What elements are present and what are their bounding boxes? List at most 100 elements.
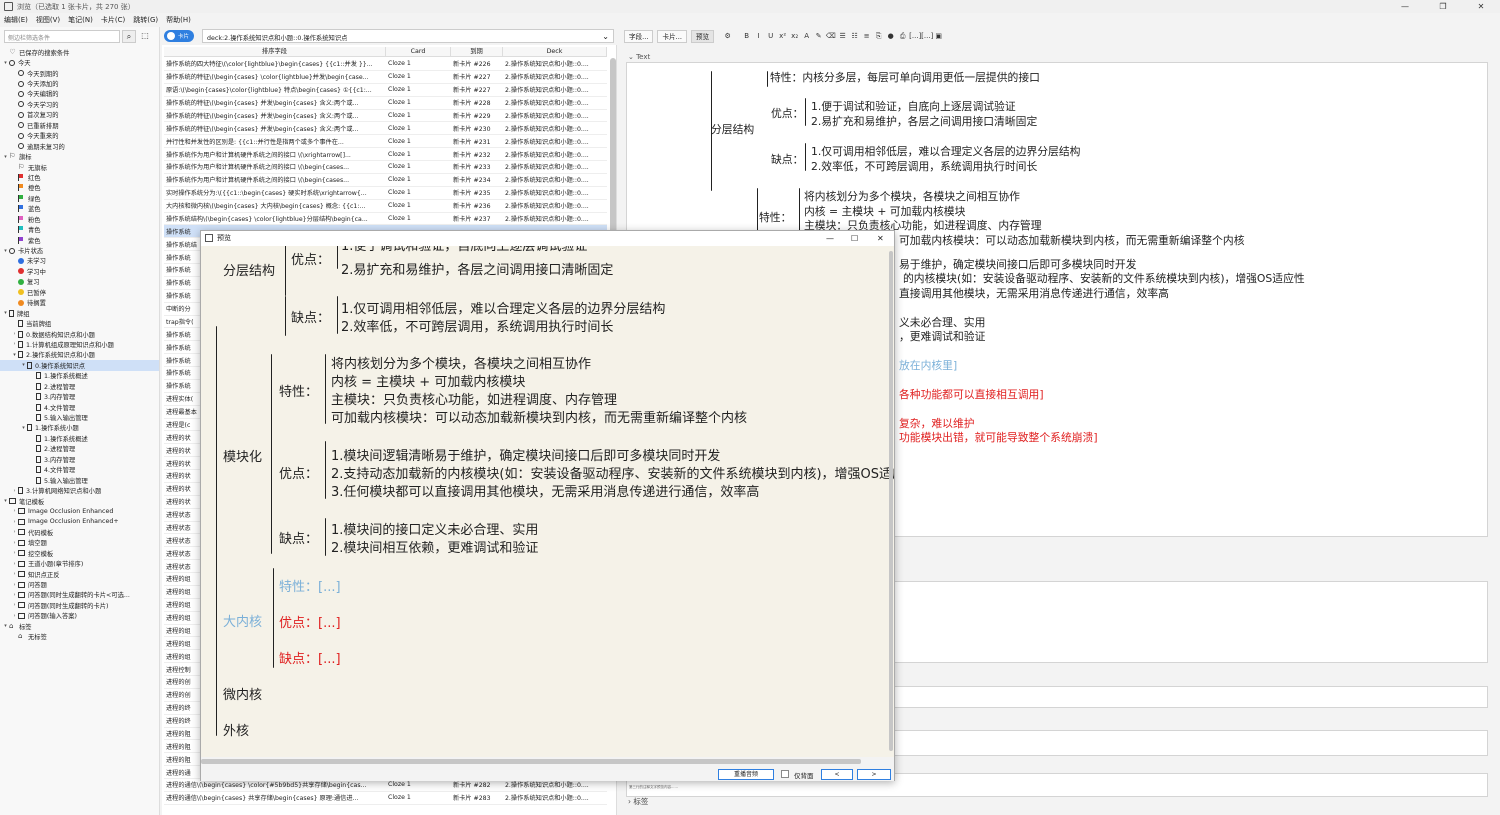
sidebar-item[interactable]: › 填空题	[0, 538, 159, 548]
expand-arrow-icon[interactable]: ›	[11, 341, 18, 347]
sidebar-item[interactable]: 红色	[0, 172, 159, 182]
expand-arrow-icon[interactable]: ›	[11, 571, 18, 577]
expand-arrow-icon[interactable]: ▾	[2, 60, 9, 66]
sidebar-item[interactable]: 3.内存管理	[0, 391, 159, 401]
sidebar-item[interactable]: › Image Occlusion Enhanced	[0, 506, 159, 516]
replay-audio-button[interactable]: 重播音频	[718, 769, 774, 780]
sidebar-item[interactable]: › 问答题	[0, 579, 159, 589]
sidebar-item[interactable]: › 0.数据结构知识点和小题	[0, 329, 159, 339]
sidebar-item[interactable]: › 问答题(同时生成翻转的卡片)	[0, 600, 159, 610]
expand-arrow-icon[interactable]: ›	[11, 529, 18, 535]
sidebar-item[interactable]: ⚐ 无旗标	[0, 162, 159, 172]
expand-arrow-icon[interactable]: ›	[11, 561, 18, 567]
menu-item[interactable]: 帮助(H)	[162, 15, 195, 25]
sidebar-item[interactable]: 青色	[0, 224, 159, 234]
sidebar-item[interactable]: › 挖空模板	[0, 548, 159, 558]
format-icon[interactable]: [...]	[909, 32, 921, 40]
menu-item[interactable]: 视图(V)	[32, 15, 64, 25]
sidebar-item[interactable]: 5.输入输出管理	[0, 475, 159, 485]
menu-item[interactable]: 卡片(C)	[97, 15, 129, 25]
format-icon[interactable]: B	[741, 32, 752, 40]
tags-row[interactable]: › 标签	[628, 796, 648, 807]
sidebar-item[interactable]: › 3.计算机网络知识点和小题	[0, 485, 159, 495]
prev-card-button[interactable]: <	[821, 769, 853, 780]
expand-arrow-icon[interactable]: ▾	[2, 310, 9, 316]
sidebar-item[interactable]: 首次复习的	[0, 110, 159, 120]
format-icon[interactable]: ⎘	[873, 32, 884, 41]
table-row[interactable]: 操作系统作为用户和计算机硬件系统之间的接口 \(\begin{cases... C…	[164, 161, 607, 174]
gear-icon[interactable]: ⚙	[722, 32, 733, 40]
menu-item[interactable]: 跳转(G)	[129, 15, 162, 25]
preview-hscrollbar[interactable]	[201, 759, 861, 764]
format-icon[interactable]: ☷	[849, 32, 860, 40]
expand-arrow-icon[interactable]: ›	[11, 540, 18, 546]
column-header[interactable]: 排序字段	[164, 47, 386, 56]
expand-arrow-icon[interactable]: ›	[11, 488, 18, 494]
table-row[interactable]: 操作系统的特征\(\begin{cases} 并发\begin{cases} 含…	[164, 110, 607, 123]
sidebar-item[interactable]: › 知识点正反	[0, 569, 159, 579]
sidebar-item[interactable]: 今天到期的	[0, 68, 159, 78]
format-icon[interactable]: ☰	[837, 32, 848, 40]
search-icon[interactable]: ⌕	[122, 30, 136, 43]
sidebar-item[interactable]: 已重新排期	[0, 120, 159, 130]
format-icon[interactable]: ⌫	[825, 32, 836, 40]
format-icon[interactable]: ●	[885, 32, 896, 40]
sidebar-item[interactable]: 未学习	[0, 256, 159, 266]
format-icon[interactable]: x₂	[789, 32, 800, 40]
format-icon[interactable]: x²	[777, 32, 788, 40]
sidebar-item[interactable]: 今天编辑的	[0, 89, 159, 99]
chevron-down-icon[interactable]: ⌄	[602, 32, 609, 41]
sidebar-item[interactable]: › Image Occlusion Enhanced+	[0, 517, 159, 527]
menu-item[interactable]: 笔记(N)	[64, 15, 97, 25]
table-row[interactable]: 操作系统作为用户和计算机硬件系统之间的接口 \(\begin{cases... C…	[164, 174, 607, 187]
sidebar-item[interactable]: 2.进程管理	[0, 444, 159, 454]
expand-arrow-icon[interactable]: ›	[11, 582, 18, 588]
expand-arrow-icon[interactable]: ▾	[2, 498, 9, 504]
table-row[interactable]: 原语:\(\begin{cases}\color{lightblue} 特点\b…	[164, 84, 607, 97]
table-row[interactable]: 操作系统作为用户和计算机硬件系统之间的接口 \(\xrightarrow[]..…	[164, 148, 607, 161]
maximize-icon[interactable]: ☐	[851, 231, 858, 246]
sidebar-item[interactable]: 紫色	[0, 235, 159, 245]
sidebar-item[interactable]: › 问答题(输入答案)	[0, 611, 159, 621]
sidebar-item[interactable]: › 王道小题(章节排序)	[0, 558, 159, 568]
close-icon[interactable]: ✕	[1462, 0, 1500, 13]
maximize-icon[interactable]: ❐	[1424, 0, 1462, 13]
sidebar-item[interactable]: › 问答题(同时生成翻转的卡片<可选...	[0, 590, 159, 600]
column-header[interactable]: Card	[386, 47, 451, 56]
column-header[interactable]: 到期	[451, 47, 503, 56]
sidebar-item[interactable]: ⌂ 无标签	[0, 632, 159, 642]
sidebar-item[interactable]: 今天添加的	[0, 78, 159, 88]
sidebar-item[interactable]: 已暂停	[0, 287, 159, 297]
expand-arrow-icon[interactable]: ›	[11, 602, 18, 608]
sidebar-item[interactable]: ▾ 2.操作系统知识点和小题	[0, 350, 159, 360]
format-icon[interactable]: I	[753, 32, 764, 40]
column-header[interactable]: Deck	[503, 47, 607, 56]
expand-arrow-icon[interactable]: ›	[11, 550, 18, 556]
format-icon[interactable]: ✎	[813, 32, 824, 40]
sidebar-item[interactable]: ♡ 已保存的搜索条件	[0, 47, 159, 57]
sidebar-item[interactable]: 当前牌组	[0, 318, 159, 328]
sidebar-item[interactable]: ▾ 笔记模板	[0, 496, 159, 506]
expand-arrow-icon[interactable]: ▾	[11, 352, 18, 358]
sidebar-item[interactable]: 1.操作系统概述	[0, 433, 159, 443]
table-row[interactable]: 操作系统的特征\(\begin{cases} 并发\begin{cases} 含…	[164, 122, 607, 136]
back-only-checkbox[interactable]	[781, 770, 789, 778]
sidebar-item[interactable]: ▾ 卡片状态	[0, 245, 159, 255]
table-row[interactable]: 并行性和并发性的区别是: {{c1::并行性是指两个或多个事件在... Cloze…	[164, 135, 607, 149]
sidebar-item[interactable]: 逾期未复习的	[0, 141, 159, 151]
expand-arrow-icon[interactable]: ▾	[2, 154, 9, 160]
sidebar-item[interactable]: ▾ ⌂ 标签	[0, 621, 159, 631]
close-icon[interactable]: ✕	[877, 231, 884, 246]
format-icon[interactable]: [...]	[921, 32, 933, 40]
sidebar-item[interactable]: 橙色	[0, 183, 159, 193]
expand-arrow-icon[interactable]: ▾	[2, 623, 9, 629]
sidebar-item[interactable]: 粉色	[0, 214, 159, 224]
expand-arrow-icon[interactable]: ▾	[20, 425, 27, 431]
minimize-icon[interactable]: —	[826, 231, 834, 246]
sidebar-item[interactable]: 5.输入输出管理	[0, 412, 159, 422]
sidebar-item[interactable]: 待搁置	[0, 298, 159, 308]
expand-arrow-icon[interactable]: ›	[11, 508, 18, 514]
expand-arrow-icon[interactable]: ›	[11, 331, 18, 337]
menu-item[interactable]: 编辑(E)	[0, 15, 32, 25]
sidebar-item[interactable]: ▾ ⚐ 旗标	[0, 151, 159, 162]
